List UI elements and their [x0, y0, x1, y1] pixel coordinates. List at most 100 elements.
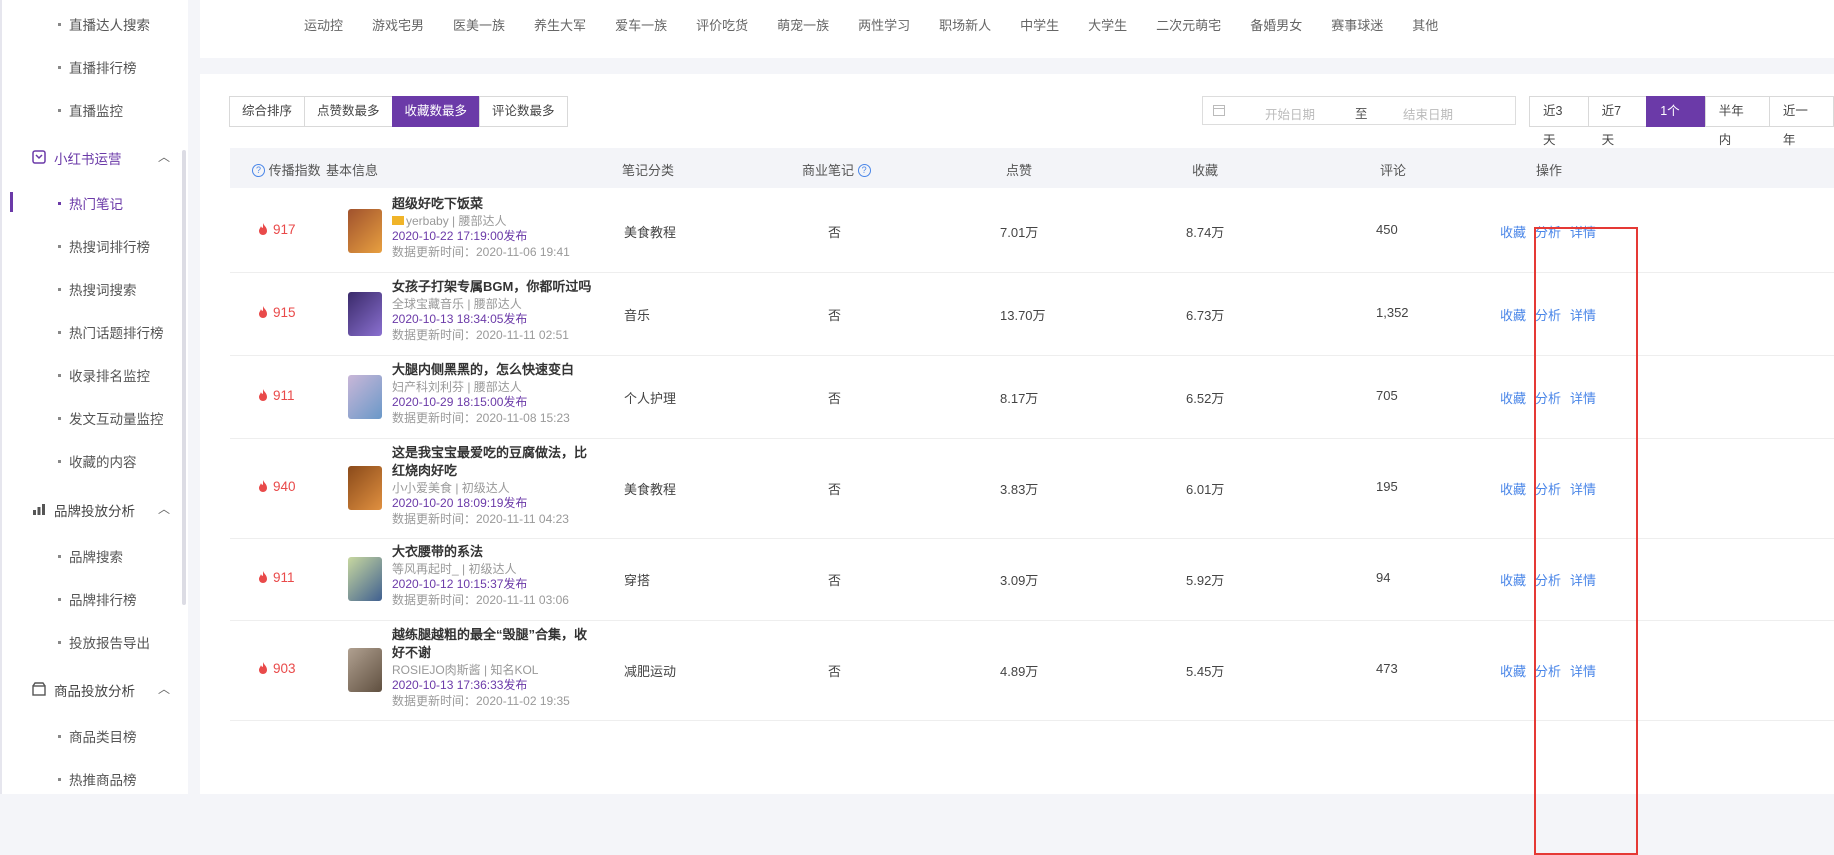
help-icon[interactable]: ? [252, 164, 265, 178]
sidebar-item-hot-topic-rank[interactable]: 热门话题排行榜 [58, 322, 164, 342]
note-info: 超级好吃下饭菜 yerbaby | 腰部达人 2020-10-22 17:19:00… [392, 195, 592, 260]
sidebar-item-brand-rank[interactable]: 品牌排行榜 [58, 589, 137, 609]
sidebar-item-goods-category[interactable]: 商品类目榜 [58, 726, 137, 746]
note-author[interactable]: ROSIEJO肉斯酱 | 知名KOL [392, 662, 592, 678]
end-date-placeholder[interactable]: 结束日期 [1403, 104, 1453, 123]
tag-item[interactable]: 中学生 [1020, 18, 1059, 33]
sort-button[interactable]: 评论数最多 [479, 96, 568, 127]
period-button[interactable]: 近3天 [1529, 96, 1589, 147]
action-detail[interactable]: 详情 [1570, 225, 1596, 240]
note-title[interactable]: 超级好吃下饭菜 [392, 195, 592, 213]
sidebar-item-index-monitor[interactable]: 收录排名监控 [58, 365, 150, 385]
note-title[interactable]: 越练腿越粗的最全“毁腿”合集，收好不谢 [392, 626, 592, 662]
sidebar-item-hot-words-search[interactable]: 热搜词搜索 [58, 279, 137, 299]
date-range-picker[interactable]: 开始日期 至 结束日期 [1202, 96, 1516, 125]
sidebar-item-hot-notes[interactable]: 热门笔记 [58, 193, 123, 213]
note-thumbnail[interactable] [348, 466, 382, 510]
note-author[interactable]: yerbaby | 腰部达人 [392, 213, 592, 229]
note-thumbnail[interactable] [348, 557, 382, 601]
action-detail[interactable]: 详情 [1570, 482, 1596, 497]
note-info: 大腿内侧黑黑的，怎么快速变白 妇产科刘利芬 | 腰部达人 2020-10-29 18… [392, 361, 592, 426]
note-author[interactable]: 全球宝藏音乐 | 腰部达人 [392, 296, 592, 312]
sidebar-group-xhs[interactable]: 小红书运营 ︿ [30, 148, 170, 168]
tag-item[interactable]: 职场新人 [939, 18, 991, 33]
action-detail[interactable]: 详情 [1570, 391, 1596, 406]
note-title[interactable]: 大衣腰带的系法 [392, 543, 592, 561]
tag-item[interactable]: 其他 [1412, 18, 1438, 33]
bullet-icon [58, 597, 61, 601]
sidebar-item-hot-goods[interactable]: 热推商品榜 [58, 769, 137, 789]
period-button[interactable]: 半年内 [1704, 96, 1770, 147]
tag-filter-panel: 运动控 游戏宅男 医美一族 养生大军 爱车一族 评价吃货 萌宠一族 两性学习 职场新人 中学生 大学… [200, 0, 1834, 58]
action-analyze[interactable]: 分析 [1535, 391, 1561, 406]
tag-item[interactable]: 游戏宅男 [372, 18, 424, 33]
note-category: 音乐 [624, 307, 651, 323]
action-favorite[interactable]: 收藏 [1500, 308, 1526, 323]
tag-item[interactable]: 养生大军 [534, 18, 586, 33]
sidebar-group-goods[interactable]: 商品投放分析 ︿ [30, 680, 170, 700]
note-title[interactable]: 女孩子打架专属BGM，你都听过吗 [392, 278, 592, 296]
sort-button[interactable]: 点赞数最多 [304, 96, 393, 127]
action-favorite[interactable]: 收藏 [1500, 664, 1526, 679]
start-date-placeholder[interactable]: 开始日期 [1265, 104, 1315, 123]
sidebar-item-report-export[interactable]: 投放报告导出 [58, 632, 150, 652]
action-analyze[interactable]: 分析 [1535, 482, 1561, 497]
sidebar-item-live-rank[interactable]: 直播排行榜 [58, 57, 137, 77]
favorites-count: 5.45万 [1186, 664, 1225, 679]
action-detail[interactable]: 详情 [1570, 573, 1596, 588]
note-title[interactable]: 这是我宝宝最爱吃的豆腐做法，比红烧肉好吃 [392, 444, 592, 480]
action-favorite[interactable]: 收藏 [1500, 573, 1526, 588]
action-analyze[interactable]: 分析 [1535, 225, 1561, 240]
sort-button[interactable]: 收藏数最多 [391, 96, 481, 127]
note-author[interactable]: 等风再起时_ | 初级达人 [392, 561, 592, 577]
action-favorite[interactable]: 收藏 [1500, 482, 1526, 497]
spread-index: 940 [258, 479, 296, 494]
tag-item[interactable]: 备婚男女 [1250, 18, 1302, 33]
tag-item[interactable]: 运动控 [304, 18, 343, 33]
period-button[interactable]: 近一年 [1768, 96, 1834, 147]
bullet-icon [58, 734, 61, 738]
period-button[interactable]: 近7天 [1587, 96, 1648, 147]
note-thumbnail[interactable] [348, 291, 382, 336]
tag-item[interactable]: 爱车一族 [615, 18, 667, 33]
note-thumbnail[interactable] [348, 374, 382, 419]
sidebar-item-brand-search[interactable]: 品牌搜索 [58, 546, 123, 566]
action-analyze[interactable]: 分析 [1535, 308, 1561, 323]
note-author[interactable]: 小小爱美食 | 初级达人 [392, 480, 592, 496]
action-favorite[interactable]: 收藏 [1500, 391, 1526, 406]
sort-button[interactable]: 综合排序 [229, 96, 306, 127]
tag-item[interactable]: 评价吃货 [696, 18, 748, 33]
note-info: 越练腿越粗的最全“毁腿”合集，收好不谢 ROSIEJO肉斯酱 | 知名KOL 202… [392, 626, 592, 709]
sidebar-scrollbar[interactable] [182, 150, 186, 605]
tag-item[interactable]: 赛事球迷 [1331, 18, 1383, 33]
tag-item[interactable]: 医美一族 [453, 18, 505, 33]
commercial-flag: 否 [828, 307, 842, 323]
xhs-icon [30, 150, 48, 167]
action-analyze[interactable]: 分析 [1535, 664, 1561, 679]
action-favorite[interactable]: 收藏 [1500, 225, 1526, 240]
action-detail[interactable]: 详情 [1570, 308, 1596, 323]
note-thumbnail[interactable] [348, 648, 382, 692]
col-info: 基本信息 [326, 163, 379, 178]
period-button[interactable]: 1个月 [1646, 96, 1706, 147]
action-detail[interactable]: 详情 [1570, 664, 1596, 679]
sidebar-item-favorites[interactable]: 收藏的内容 [58, 451, 137, 471]
sidebar-item-live-monitor[interactable]: 直播监控 [58, 100, 123, 120]
tag-item[interactable]: 萌宠一族 [777, 18, 829, 33]
tag-item[interactable]: 二次元萌宅 [1156, 18, 1221, 33]
sidebar-item-interaction-monitor[interactable]: 发文互动量监控 [58, 408, 164, 428]
calendar-icon [1213, 105, 1225, 116]
tag-item[interactable]: 大学生 [1088, 18, 1127, 33]
action-analyze[interactable]: 分析 [1535, 573, 1561, 588]
date-separator: 至 [1355, 107, 1368, 121]
note-thumbnail[interactable] [348, 208, 382, 253]
favorites-count: 6.73万 [1186, 307, 1225, 323]
note-author[interactable]: 妇产科刘利芬 | 腰部达人 [392, 379, 592, 395]
row-actions: 收藏 分析 详情 [1500, 570, 1605, 589]
tag-item[interactable]: 两性学习 [858, 18, 910, 33]
help-icon[interactable]: ? [857, 164, 871, 178]
sidebar-item-live-search[interactable]: 直播达人搜索 [58, 14, 150, 34]
sidebar-group-brand[interactable]: 品牌投放分析 ︿ [30, 500, 170, 520]
note-title[interactable]: 大腿内侧黑黑的，怎么快速变白 [392, 361, 592, 379]
sidebar-item-hot-words-rank[interactable]: 热搜词排行榜 [58, 236, 150, 256]
